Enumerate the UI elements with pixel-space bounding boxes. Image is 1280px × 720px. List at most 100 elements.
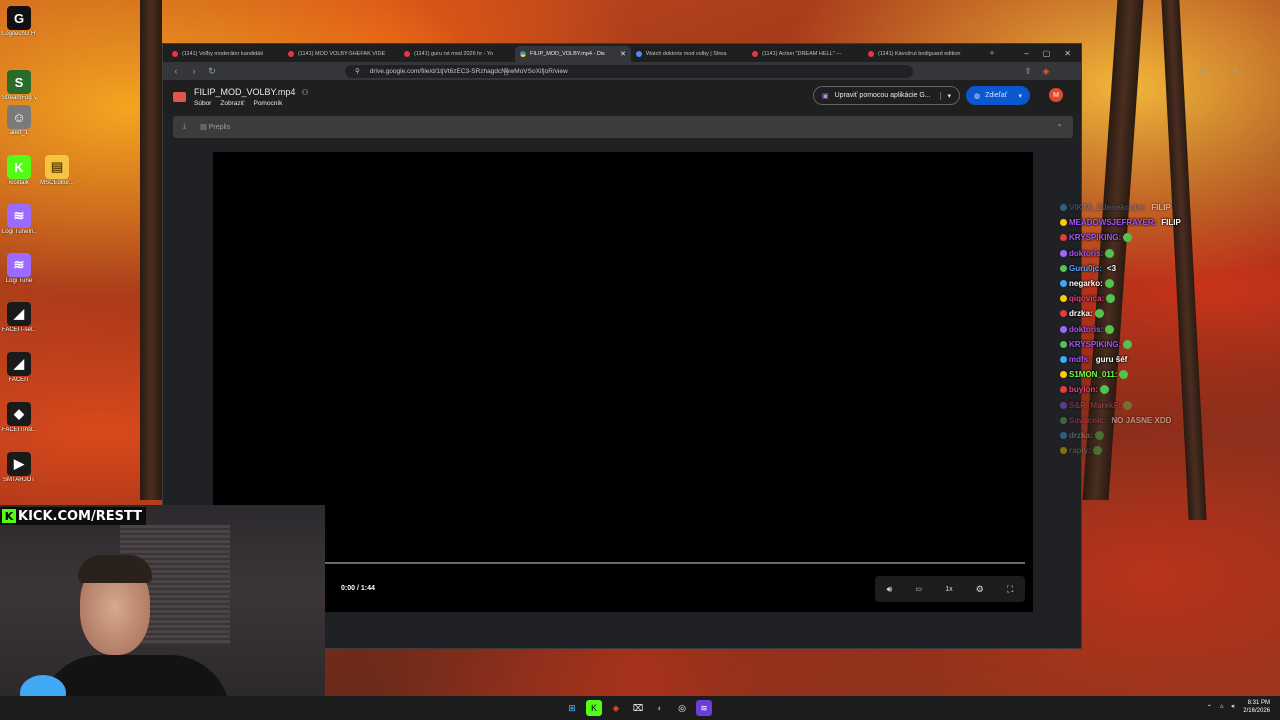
- minimize-icon[interactable]: –: [1024, 49, 1028, 58]
- menu-view[interactable]: Zobraziť: [220, 100, 244, 107]
- network-icon[interactable]: ⌂: [1220, 704, 1224, 710]
- collapse-icon[interactable]: ⌃: [1056, 123, 1063, 132]
- tree-trunk: [140, 0, 162, 500]
- chat-username: KRYSPIKING:: [1069, 233, 1122, 243]
- reload-icon[interactable]: ↻: [207, 66, 217, 77]
- captions-icon[interactable]: ▭: [915, 585, 922, 593]
- chat-username: VIKTA_Zdenekcube:: [1069, 203, 1147, 213]
- emote-icon: [1119, 370, 1129, 380]
- desktop-icon[interactable]: ≋ Logi TuneIn...: [2, 204, 36, 236]
- chat-username: doktoris:: [1069, 324, 1104, 334]
- chat-message: MEADOWSJEFRAYER: FILIP: [1060, 215, 1280, 230]
- desktop-icon[interactable]: ☺ alert_1: [2, 105, 36, 137]
- browser-tab[interactable]: (1141) Kávožrut bodiguard edition: [863, 46, 979, 62]
- desktop-icon[interactable]: ≋ Logi Tune: [2, 253, 36, 285]
- chat-username: doktoris:: [1069, 248, 1104, 258]
- desktop-icon[interactable]: Kkicktalk: [2, 155, 36, 187]
- kick-url-text: KICK.COM/RESTT: [18, 508, 143, 524]
- bookmark-icon[interactable]: ▯: [501, 66, 511, 77]
- kick-url-banner: K KICK.COM/RESTT: [0, 507, 147, 525]
- windows-start-icon[interactable]: ⊞: [564, 700, 580, 716]
- browser-tab[interactable]: (1141) Action "DREAM HELL" ---: [747, 46, 863, 62]
- emote-icon: [1094, 430, 1104, 440]
- menu-icon[interactable]: ≡: [1231, 66, 1241, 76]
- desktop-icon[interactable]: ◆ FACEITInst...: [2, 402, 36, 434]
- tab-strip: (1141) Voľby moderátor kandidáti (1141) M…: [163, 44, 1081, 62]
- preview-toolbar: ⤓ ▤ Preplis ⌃: [173, 116, 1073, 138]
- logi-tune-icon[interactable]: ≋: [696, 700, 712, 716]
- menu-file[interactable]: Súbor: [194, 100, 211, 107]
- fullscreen-icon[interactable]: ⛶: [1007, 584, 1013, 595]
- speed-button[interactable]: 1x: [945, 586, 952, 593]
- clock[interactable]: 8:31 PM 2/16/2026: [1243, 699, 1270, 715]
- browser-tab[interactable]: (1141) guru rst mod 2026 hr - Yo: [399, 46, 515, 62]
- taskbar-apps: ⊞ K ◈ ⌧ ◐ ◎ ≋: [564, 700, 712, 716]
- avatar[interactable]: M: [1049, 88, 1063, 102]
- system-tray: ⌃ ⌂ 🔉︎ 8:31 PM 2/16/2026: [1207, 699, 1270, 715]
- volume-tray-icon[interactable]: 🔉︎: [1232, 704, 1236, 711]
- close-window-icon[interactable]: ✕: [1064, 49, 1071, 58]
- desktop-icon-msceditor[interactable]: ▤ MSCEditor...: [40, 155, 74, 187]
- terminal-icon[interactable]: ⌧: [630, 700, 646, 716]
- brave-shield-icon[interactable]: ◈: [1041, 66, 1051, 77]
- site-info-icon[interactable]: ⚲: [355, 67, 360, 75]
- obs-icon[interactable]: ◎: [674, 700, 690, 716]
- browser-tab[interactable]: (1141) Voľby moderátor kandidáti: [167, 46, 283, 62]
- tab-title: (1141) MOD VOLBY-SHEFAK VIDE: [298, 51, 386, 57]
- settings-gear-icon[interactable]: ⚙: [976, 584, 984, 595]
- chat-username: KRYSPIKING:: [1069, 339, 1122, 349]
- download-icon[interactable]: ⤓: [183, 123, 186, 131]
- extensions-icon[interactable]: ⧉: [1199, 66, 1209, 77]
- emote-icon: [1123, 233, 1133, 243]
- close-tab-icon[interactable]: ✕: [620, 50, 626, 58]
- desktop-icon[interactable]: GLogitechG HUB: [2, 6, 36, 38]
- badge-icon: [1060, 234, 1067, 242]
- discord-icon[interactable]: ◐: [652, 700, 668, 716]
- browser-tab[interactable]: Watch doktoris mod volby | Strea: [631, 46, 747, 62]
- youtube-favicon-icon: [868, 51, 874, 57]
- desktop-icon[interactable]: ▶ SMTARJOT: [2, 452, 36, 484]
- share-page-icon[interactable]: ⇪: [1023, 66, 1033, 77]
- chat-message: raply:: [1060, 443, 1280, 458]
- tray-overflow-icon[interactable]: ⌃: [1207, 704, 1212, 711]
- url-text: drive.google.com/file/d/1tjVt6zEC3-SRzha…: [369, 67, 568, 75]
- desktop-icon[interactable]: SStreamFog VirtualCam: [2, 70, 36, 102]
- desktop-icon[interactable]: ◢ FACEIT-set...: [2, 302, 36, 334]
- menu-help[interactable]: Pomocník: [253, 100, 282, 107]
- chat-username: qiqovica:: [1069, 294, 1105, 304]
- open-with-label: Upraviť pomocou aplikácie G...: [834, 92, 931, 99]
- badge-icon: [1060, 264, 1067, 272]
- media-icon[interactable]: ♫: [1215, 66, 1225, 76]
- chat-message: S&R_MarekF:: [1060, 397, 1280, 412]
- badge-icon: [1060, 340, 1067, 348]
- emote-icon: [1094, 309, 1104, 319]
- chat-username: Savacnic:: [1069, 415, 1107, 425]
- badge-icon: [1060, 310, 1067, 318]
- share-button[interactable]: ◍ Zdieľať ▾: [966, 86, 1030, 105]
- desktop-icon-label: SMTARJOT: [3, 477, 35, 483]
- share-status-icon[interactable]: ⚇: [301, 88, 308, 97]
- address-bar[interactable]: ⚲ drive.google.com/file/d/1tjVt6zEC3-SRz…: [345, 64, 913, 78]
- browser-tab[interactable]: (1141) MOD VOLBY-SHEFAK VIDE: [283, 46, 399, 62]
- video-player[interactable]: 0:00 / 1:44 🔊︎ ▭ 1x ⚙ ⛶: [213, 152, 1033, 612]
- desktop-icon-label: Logi TuneIn...: [2, 229, 36, 235]
- back-icon[interactable]: ‹: [171, 66, 181, 76]
- kick-app-icon[interactable]: K: [586, 700, 602, 716]
- open-with-button[interactable]: ▣ Upraviť pomocou aplikácie G... ▾: [813, 86, 960, 105]
- volume-icon[interactable]: 🔊︎: [887, 584, 893, 595]
- app-icon: ◆: [7, 402, 31, 426]
- badge-icon: [1060, 416, 1067, 424]
- progress-bar[interactable]: [325, 562, 1025, 564]
- app-icon: G: [7, 6, 31, 30]
- desktop-icon[interactable]: ◢ FACEIT: [2, 352, 36, 384]
- preview-item[interactable]: ▤ Preplis: [200, 123, 230, 131]
- youtube-favicon-icon: [404, 51, 410, 57]
- app-icon: ▶: [7, 452, 31, 476]
- chat-message: doktoris:: [1060, 322, 1280, 337]
- maximize-icon[interactable]: ▢: [1043, 49, 1051, 58]
- forward-icon[interactable]: ›: [189, 66, 199, 76]
- browser-tab[interactable]: FILIP_MOD_VOLBY.mp4 - Dis ✕: [515, 46, 631, 62]
- brave-icon[interactable]: ◈: [608, 700, 624, 716]
- dropdown-icon[interactable]: ▾: [940, 91, 951, 100]
- new-tab-icon[interactable]: +: [987, 48, 997, 58]
